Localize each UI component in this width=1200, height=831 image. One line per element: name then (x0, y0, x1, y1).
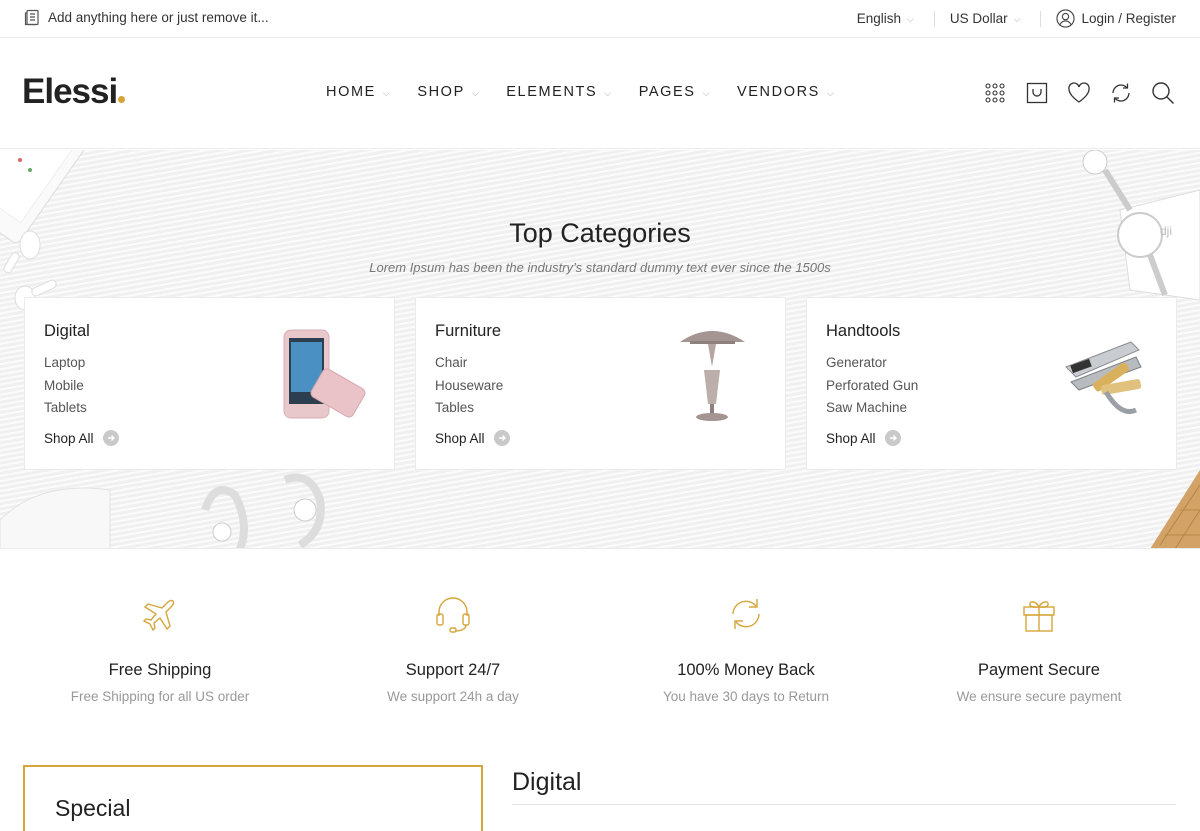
category-title[interactable]: Digital (44, 322, 90, 341)
arrow-right-icon (884, 430, 901, 446)
cart-icon[interactable] (1024, 80, 1050, 106)
feature-money-back: 100% Money Back You have 30 days to Retu… (606, 594, 886, 704)
category-link[interactable]: Saw Machine (826, 397, 918, 420)
nav-label: VENDORS (737, 84, 820, 100)
feature-title: Free Shipping (108, 661, 212, 679)
nav-label: SHOP (417, 84, 465, 100)
category-list: Chair Houseware Tables (435, 352, 503, 420)
category-title[interactable]: Furniture (435, 322, 501, 341)
logo-text: Elessi (22, 72, 118, 111)
lamp-image (680, 331, 745, 421)
category-list: Generator Perforated Gun Saw Machine (826, 352, 918, 420)
chevron-down-icon: ⌵ (382, 87, 392, 98)
section-subtitle: Lorem Ipsum has been the industry’s stan… (369, 260, 831, 275)
compare-icon[interactable] (1108, 80, 1134, 106)
announcement: Add anything here or just remove it... (24, 9, 269, 26)
header-icons (966, 80, 1176, 106)
digital-section-title: Digital (512, 768, 582, 796)
main-nav: HOME ⌵ SHOP ⌵ ELEMENTS ⌵ PAGES ⌵ VENDORS ⌵ (326, 84, 861, 100)
category-card-furniture: Furniture Chair Houseware Tables Shop Al… (415, 297, 786, 470)
category-card-digital: Digital Laptop Mobile Tablets Shop All (24, 297, 395, 470)
shop-all-label: Shop All (435, 430, 485, 446)
chevron-down-icon: ⌵ (1013, 14, 1021, 24)
feature-support: Support 24/7 We support 24h a day (313, 594, 593, 704)
special-title: Special (55, 795, 131, 821)
category-link[interactable]: Chair (435, 352, 503, 375)
section-title: Top Categories (509, 218, 691, 248)
plane-icon (142, 599, 175, 632)
currency-selector[interactable]: US Dollar ⌵ (950, 11, 1021, 26)
feature-free-shipping: Free Shipping Free Shipping for all US o… (20, 594, 300, 704)
nav-label: PAGES (638, 84, 696, 100)
feature-title: Payment Secure (978, 661, 1100, 679)
category-link[interactable]: Generator (826, 352, 918, 375)
nav-item-elements[interactable]: ELEMENTS ⌵ (506, 84, 612, 100)
category-link[interactable]: Mobile (44, 375, 87, 398)
phone-image (283, 329, 366, 419)
feature-description: We support 24h a day (387, 689, 519, 704)
feature-description: We ensure secure payment (956, 689, 1122, 704)
tools-image (1065, 341, 1142, 414)
category-link[interactable]: Houseware (435, 375, 503, 398)
nav-item-vendors[interactable]: VENDORS ⌵ (737, 84, 835, 100)
nav-item-shop[interactable]: SHOP ⌵ (417, 84, 480, 100)
category-card-handtools: Handtools Generator Perforated Gun Saw M… (806, 297, 1177, 470)
category-link[interactable]: Laptop (44, 352, 87, 375)
divider (933, 10, 935, 27)
feature-title: Support 24/7 (405, 661, 501, 679)
category-title[interactable]: Handtools (826, 322, 900, 341)
shop-all-link[interactable]: Shop All (826, 430, 901, 446)
user-icon (1056, 9, 1076, 28)
gift-icon (1023, 601, 1055, 632)
waffle-decor (1150, 470, 1200, 548)
shop-all-link[interactable]: Shop All (44, 430, 119, 446)
language-label: English (856, 11, 902, 26)
nav-label: HOME (326, 84, 376, 100)
arrow-right-icon (493, 430, 510, 446)
login-register-link[interactable]: Login / Register (1056, 9, 1176, 28)
arrow-right-icon (102, 430, 119, 446)
shop-all-label: Shop All (826, 430, 876, 446)
divider (512, 804, 1176, 805)
heart-icon[interactable] (1066, 80, 1092, 106)
feature-title: 100% Money Back (677, 661, 815, 679)
language-selector[interactable]: English ⌵ (857, 11, 914, 26)
chevron-down-icon: ⌵ (471, 87, 481, 98)
feature-payment-secure: Payment Secure We ensure secure payment (899, 594, 1179, 704)
category-list: Laptop Mobile Tablets (44, 352, 87, 420)
category-link[interactable]: Tables (435, 397, 503, 420)
chevron-down-icon: ⌵ (604, 87, 613, 98)
top-categories-section: dji Top Categories Lorem Ipsum has been … (0, 150, 1200, 549)
shop-all-link[interactable]: Shop All (435, 430, 510, 446)
headset-icon (436, 597, 470, 633)
headphones-decor (0, 473, 325, 548)
chevron-down-icon: ⌵ (826, 87, 836, 98)
grid-icon[interactable] (982, 80, 1008, 106)
currency-label: US Dollar (949, 11, 1008, 26)
chevron-down-icon: ⌵ (702, 87, 712, 98)
category-link[interactable]: Tablets (44, 397, 87, 420)
feature-description: Free Shipping for all US order (70, 689, 250, 704)
announcement-text: Add anything here or just remove it... (48, 10, 269, 25)
document-icon (24, 9, 39, 26)
login-register-label: Login / Register (1081, 11, 1176, 26)
logo-dot (118, 96, 126, 103)
main-header: Elessi HOME ⌵ SHOP ⌵ ELEMENTS ⌵ PAGES ⌵ VEND… (0, 38, 1200, 149)
nav-item-pages[interactable]: PAGES ⌵ (639, 84, 711, 100)
feature-description: You have 30 days to Return (662, 689, 830, 704)
search-icon[interactable] (1150, 80, 1176, 106)
chevron-down-icon: ⌵ (907, 14, 914, 24)
nav-item-home[interactable]: HOME ⌵ (326, 84, 391, 100)
refresh-icon (732, 599, 760, 629)
nav-label: ELEMENTS (506, 84, 598, 100)
category-link[interactable]: Perforated Gun (826, 375, 918, 398)
special-products-box: Special (23, 765, 483, 831)
top-bar: Add anything here or just remove it... E… (0, 0, 1200, 38)
shop-all-label: Shop All (44, 430, 94, 446)
divider (1040, 10, 1042, 27)
logo[interactable]: Elessi (22, 72, 126, 112)
